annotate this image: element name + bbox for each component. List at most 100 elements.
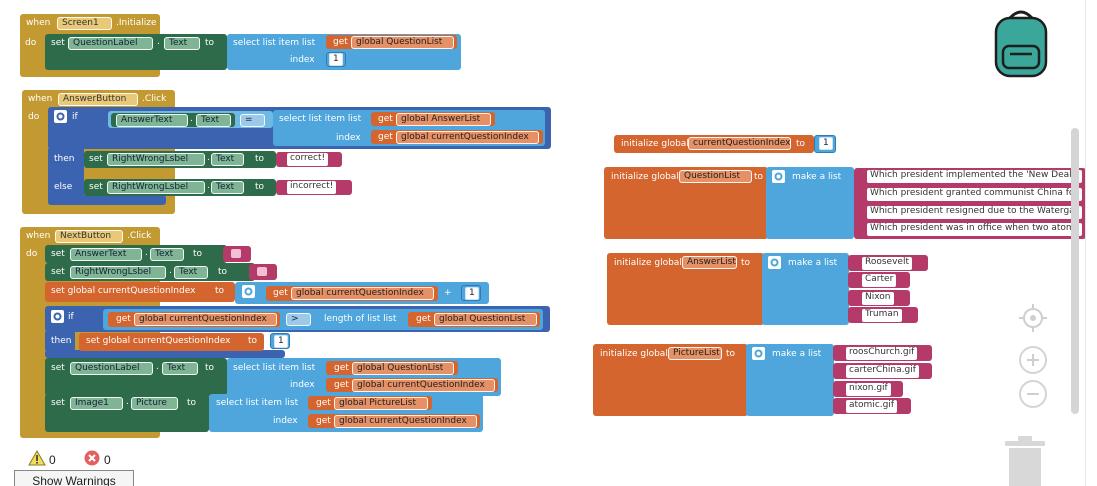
text-field[interactable]: Which president resigned due to the Wate… [867, 206, 1082, 219]
operator-dropdown[interactable]: > [286, 313, 311, 326]
set-label: set [51, 267, 65, 277]
target-dropdown[interactable]: Image1 [70, 397, 123, 410]
error-count: 0 [104, 453, 111, 467]
target-dropdown[interactable]: RightWrongLsbel [107, 181, 205, 194]
number-field[interactable]: 1 [329, 53, 343, 66]
variable-dropdown[interactable]: global PictureList [334, 397, 428, 410]
number-field[interactable]: 1 [465, 287, 479, 300]
select-list-item-label: select list item list [233, 363, 316, 373]
target-dropdown[interactable]: QuestionLabel [70, 362, 153, 375]
to-label: to [218, 267, 228, 277]
index-label: index [336, 133, 361, 143]
text-field[interactable]: Carter [862, 274, 897, 287]
component-dropdown[interactable]: Screen1 [57, 17, 112, 30]
set-label: set [89, 182, 103, 192]
text-field[interactable]: Which president granted communist China … [867, 188, 1082, 201]
select-list-item-label: select list item list [233, 38, 316, 48]
set-label: set [51, 398, 65, 408]
target-icon[interactable] [1018, 303, 1048, 333]
dot: . [145, 248, 148, 258]
get-label: get [334, 380, 349, 390]
to-label: to [193, 249, 203, 259]
scrollbar-thumb[interactable] [1071, 128, 1079, 414]
text-field[interactable]: Nixon [862, 292, 894, 305]
init-global-label: initialize global [614, 258, 682, 268]
property-dropdown[interactable]: Text [196, 114, 231, 127]
zoom-in-icon[interactable] [1019, 346, 1047, 374]
when-label: when [28, 94, 53, 104]
index-label: index [273, 416, 298, 426]
empty-text-field[interactable] [231, 249, 241, 258]
property-dropdown[interactable]: Text [162, 362, 198, 375]
variable-dropdown[interactable]: global QuestionList [352, 362, 454, 375]
property-dropdown[interactable]: Text [211, 181, 244, 194]
variable-dropdown[interactable]: global currentQuestionIndex [334, 415, 477, 428]
variable-dropdown[interactable]: global currentQuestionIndex [396, 131, 539, 144]
text-field[interactable]: incorrect! [287, 181, 337, 194]
text-field[interactable]: Which president was in office when two a… [867, 223, 1082, 236]
length-of-list-label: length of list list [324, 314, 397, 324]
operator-dropdown[interactable]: = [240, 114, 265, 127]
event-label: .Click [127, 231, 152, 241]
trash-icon[interactable] [1002, 434, 1048, 486]
variable-name-field[interactable]: AnswerList [682, 256, 737, 269]
empty-text-field[interactable] [257, 267, 267, 276]
property-dropdown[interactable]: Text [211, 153, 244, 166]
variable-name-field[interactable]: PictureList [668, 347, 722, 360]
text-field[interactable]: nixon.gif [846, 383, 891, 396]
gear-icon[interactable] [752, 347, 765, 360]
plus-label: + [444, 288, 452, 298]
get-label: get [378, 132, 393, 142]
gear-icon[interactable] [51, 310, 64, 323]
text-field[interactable]: roosChurch.gif [846, 347, 918, 360]
text-field[interactable]: Roosevelt [862, 257, 912, 270]
text-field[interactable]: carterChina.gif [846, 365, 919, 378]
event-label: .Initialize [116, 18, 157, 28]
to-label: to [248, 336, 258, 346]
text-field[interactable]: Which president implemented the 'New Dea… [867, 170, 1082, 183]
text-field[interactable]: atomic.gif [846, 400, 898, 413]
gear-icon[interactable] [54, 110, 67, 123]
make-a-list-label: make a list [772, 349, 822, 359]
gear-icon[interactable] [768, 256, 781, 269]
number-field[interactable]: 1 [274, 335, 288, 348]
property-dropdown[interactable]: Text [164, 37, 200, 50]
variable-dropdown[interactable]: global currentQuestionIndex [291, 287, 434, 300]
gear-icon[interactable] [242, 285, 255, 298]
target-dropdown[interactable]: RightWrongLsbel [107, 153, 205, 166]
variable-name-field[interactable]: currentQuestionIndex [688, 137, 791, 150]
set-label: set [51, 38, 65, 48]
variable-dropdown[interactable]: global QuestionList [434, 313, 537, 326]
target-dropdown[interactable]: RightWrongLsbel [70, 266, 166, 279]
variable-dropdown[interactable]: global QuestionList [351, 36, 454, 49]
component-dropdown[interactable]: NextButton [55, 230, 123, 243]
property-dropdown[interactable]: Text [174, 266, 208, 279]
index-label: index [290, 55, 315, 65]
get-label: get [416, 314, 431, 324]
component-dropdown[interactable]: AnswerText [116, 114, 188, 127]
set-label: set [51, 249, 65, 259]
blocks-workspace[interactable]: when Screen1 .Initialize do set Question… [0, 0, 1097, 486]
zoom-out-icon[interactable] [1019, 380, 1047, 408]
dot: . [190, 114, 193, 124]
get-label: get [316, 398, 331, 408]
property-dropdown[interactable]: Picture [131, 397, 178, 410]
dot: . [126, 397, 129, 407]
backpack-icon[interactable] [990, 8, 1052, 80]
target-dropdown[interactable]: QuestionLabel [68, 37, 153, 50]
text-field[interactable]: correct! [287, 153, 329, 166]
target-dropdown[interactable]: AnswerText [70, 248, 142, 261]
if-label: if [72, 112, 78, 122]
component-dropdown[interactable]: AnswerButton [58, 93, 138, 106]
variable-dropdown[interactable]: global currentQuestionIndex [134, 313, 277, 326]
property-dropdown[interactable]: Text [150, 248, 184, 261]
gear-icon[interactable] [772, 170, 785, 183]
variable-dropdown[interactable]: global AnswerList [396, 113, 491, 126]
text-field[interactable]: Truman [862, 309, 902, 322]
variable-name-field[interactable]: QuestionList [679, 170, 752, 183]
number-field[interactable]: 1 [819, 137, 833, 150]
variable-dropdown[interactable]: global currentQuestionIndex [352, 379, 495, 392]
show-warnings-button[interactable]: Show Warnings [14, 470, 134, 486]
then-label: then [54, 154, 75, 164]
do-label: do [28, 112, 40, 122]
